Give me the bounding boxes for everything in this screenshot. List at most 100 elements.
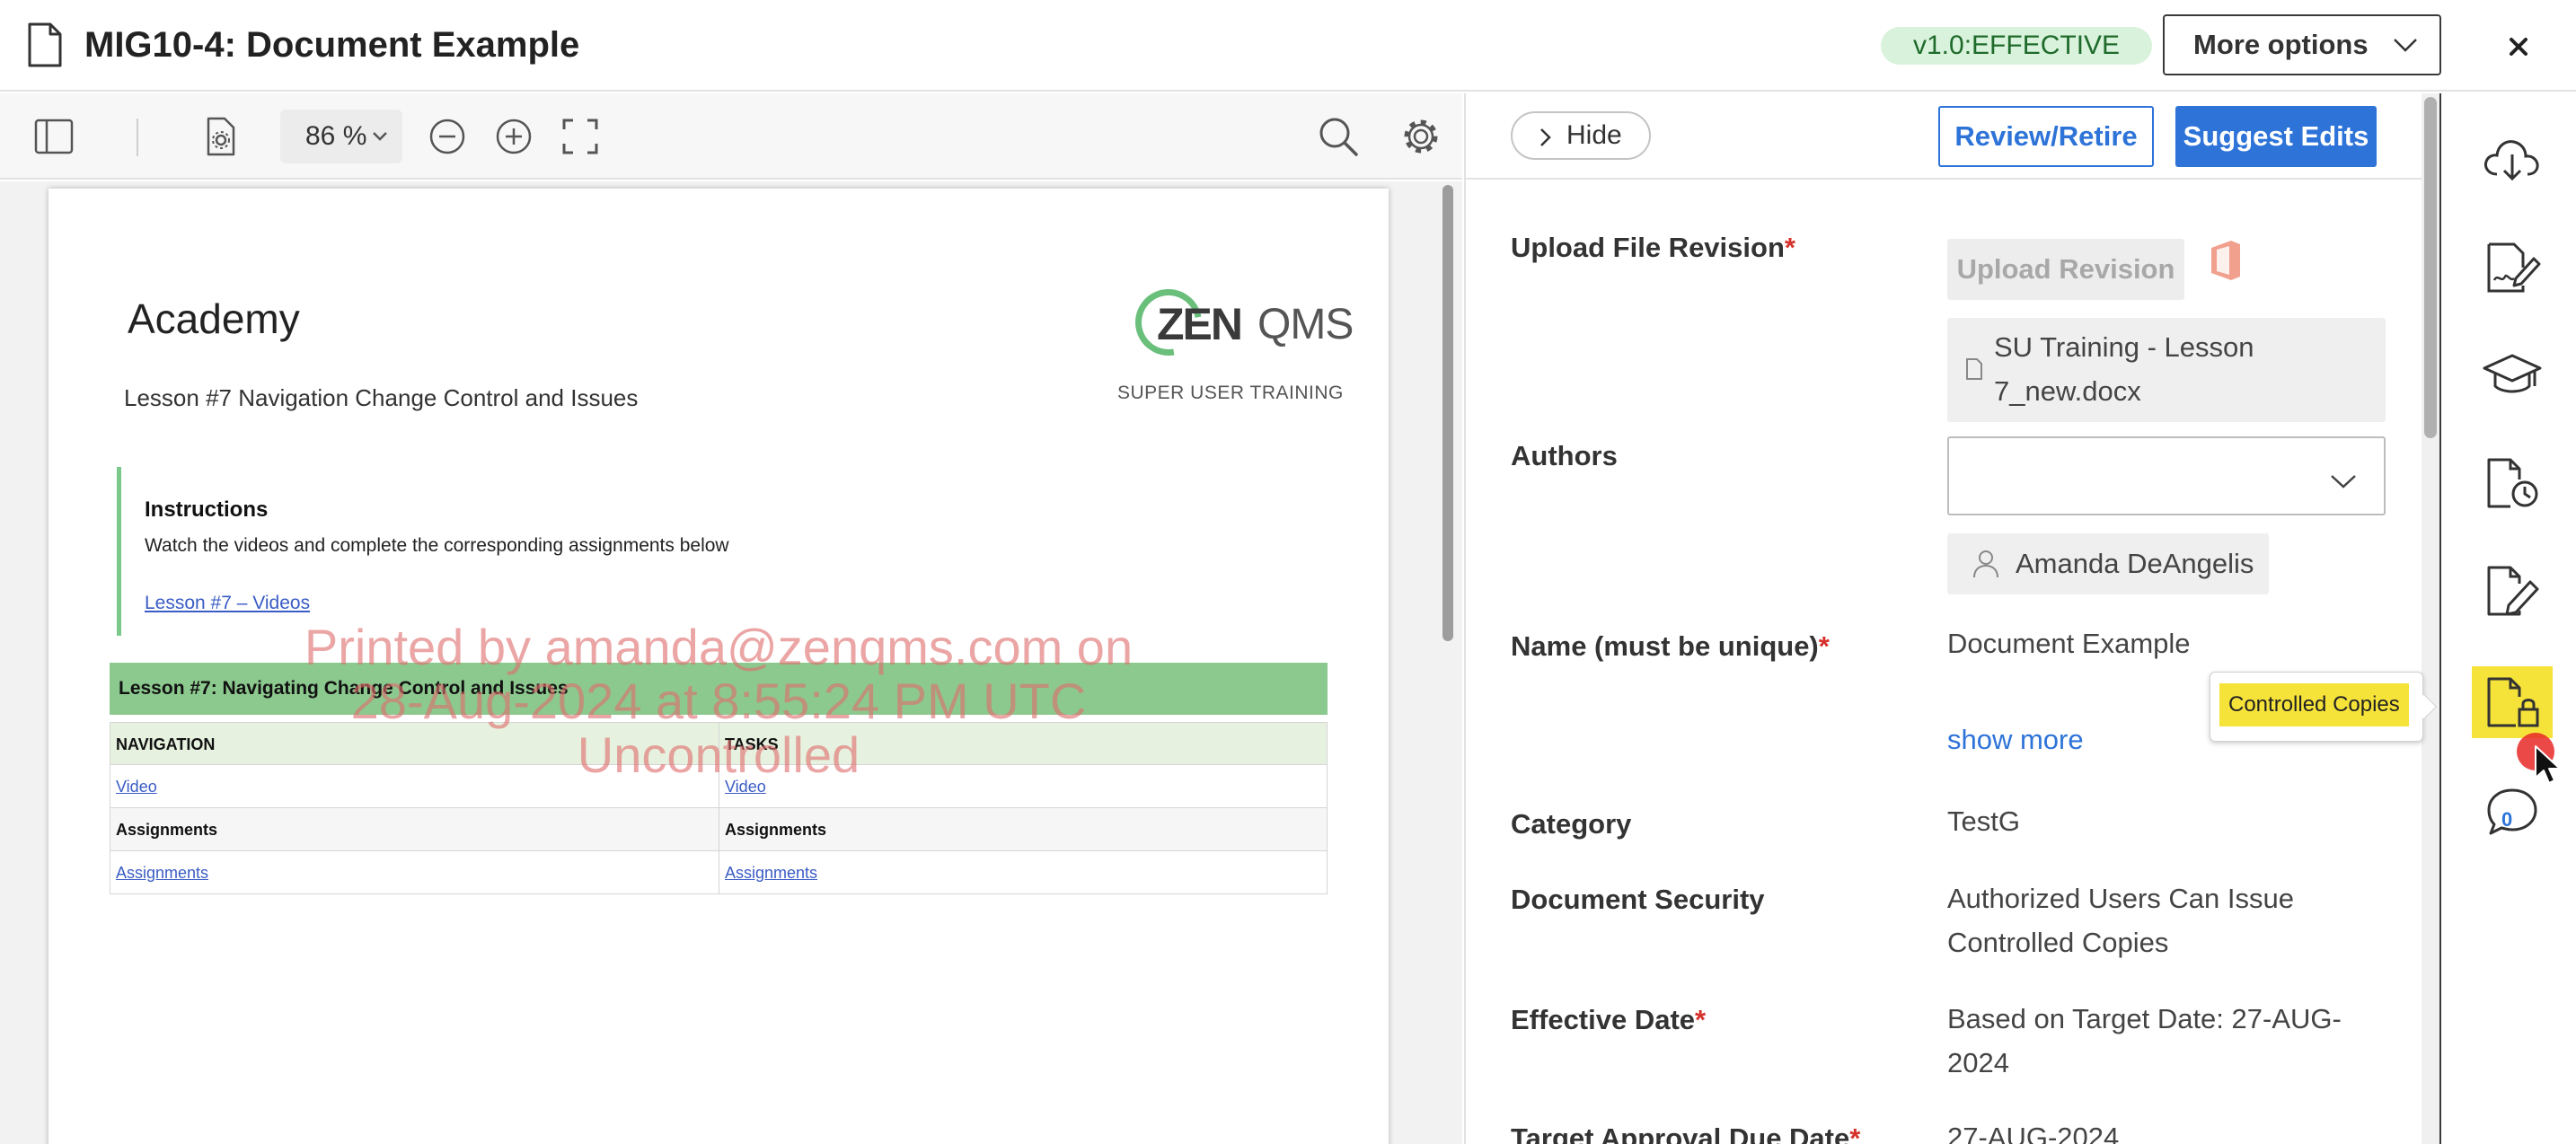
- controlled-copies-tooltip: Controlled Copies: [2210, 672, 2438, 742]
- document-lesson-title: Lesson #7 Navigation Change Control and …: [124, 384, 639, 411]
- mouse-cursor-icon: [2535, 745, 2561, 784]
- chevron-down-icon: [2331, 475, 2356, 488]
- version-status-badge: v1.0:EFFECTIVE: [1881, 27, 2153, 65]
- controlled-copies-button[interactable]: [2472, 666, 2553, 738]
- close-icon[interactable]: [2495, 23, 2542, 70]
- document-academy-title: Academy: [128, 295, 300, 342]
- training-cap-icon: [2483, 354, 2542, 393]
- document-settings-icon[interactable]: [199, 115, 243, 158]
- authors-select[interactable]: [1947, 436, 2386, 515]
- review-retire-button[interactable]: Review/Retire: [1938, 106, 2154, 167]
- document-history-button[interactable]: [2472, 447, 2553, 519]
- viewer-scrollbar-thumb[interactable]: [1442, 185, 1453, 641]
- document-security-label: Document Security: [1511, 884, 1765, 915]
- table-link-cell[interactable]: Assignments: [719, 851, 1327, 893]
- uploaded-file-chip[interactable]: SU Training - Lesson 7_new.docx: [1947, 318, 2386, 422]
- user-icon: [1973, 550, 1998, 578]
- table-cell: Assignments: [719, 808, 1327, 850]
- required-marker: *: [1695, 1004, 1707, 1035]
- viewer-toolbar: 86 %: [0, 93, 1462, 180]
- zoom-in-icon[interactable]: [492, 115, 535, 158]
- zoom-level-select[interactable]: 86 %: [280, 110, 402, 163]
- signature-icon: [2487, 242, 2541, 293]
- chevron-down-icon: [2394, 39, 2417, 52]
- effective-date-label: Effective Date*: [1511, 1004, 1706, 1036]
- fullscreen-icon[interactable]: [559, 115, 602, 158]
- category-value: TestG: [1947, 805, 2020, 837]
- zenqms-logo: ZEN QMS: [1122, 276, 1369, 369]
- document-name-value: Document Example: [1947, 628, 2191, 659]
- file-icon: [1966, 358, 1982, 380]
- edit-document-icon: [2487, 566, 2539, 616]
- toolbar-divider: [137, 119, 138, 156]
- uploaded-file-name: SU Training - Lesson 7_new.docx: [1994, 331, 2254, 407]
- authors-label: Authors: [1511, 440, 1618, 471]
- comments-button[interactable]: 0: [2472, 776, 2553, 848]
- table-cell: Assignments: [116, 821, 218, 839]
- field-label-text: Upload File Revision: [1511, 232, 1785, 263]
- viewer-scrollbar[interactable]: [1441, 181, 1455, 1144]
- gear-icon[interactable]: [1399, 115, 1442, 158]
- training-button[interactable]: [2472, 339, 2553, 411]
- document-details-panel: Hide Review/Retire Suggest Edits Upload …: [1464, 93, 2441, 1144]
- comment-count-badge: 0: [2501, 808, 2513, 831]
- zoom-out-icon[interactable]: [426, 115, 469, 158]
- panel-scrollbar-thumb[interactable]: [2424, 97, 2437, 438]
- instructions-title: Instructions: [145, 497, 269, 522]
- watermark-line: 28-Aug-2024 at 8:55:24 PM UTC: [350, 673, 1087, 729]
- logo-text-light: QMS: [1257, 301, 1354, 348]
- required-marker: *: [1849, 1122, 1861, 1144]
- download-button[interactable]: [2472, 124, 2553, 196]
- hide-panel-label: Hide: [1566, 120, 1622, 150]
- document-security-value: Authorized Users Can Issue Controlled Co…: [1947, 883, 2294, 958]
- required-marker: *: [1818, 630, 1830, 662]
- instructions-text: Watch the videos and complete the corres…: [145, 535, 729, 556]
- author-name: Amanda DeAngelis: [2016, 548, 2254, 579]
- table-link-cell[interactable]: Assignments: [110, 851, 719, 893]
- field-label-text: Name (must be unique): [1511, 630, 1819, 662]
- author-chip[interactable]: Amanda DeAngelis: [1947, 533, 2269, 594]
- table-row: Assignments Assignments: [110, 851, 1328, 894]
- table-row: Assignments Assignments: [110, 808, 1328, 851]
- document-icon: [28, 22, 62, 67]
- chevron-right-icon: [1540, 128, 1551, 146]
- effective-date-value: Based on Target Date: 27-AUG-2024: [1947, 1003, 2342, 1078]
- panel-toolbar: Hide Review/Retire Suggest Edits: [1466, 93, 2441, 180]
- controlled-copy-lock-icon: [2487, 677, 2539, 727]
- videos-link[interactable]: Lesson #7 – Videos: [145, 593, 310, 614]
- target-approval-due-date-label: Target Approval Due Date*: [1511, 1122, 1860, 1144]
- right-action-rail: 0: [2439, 93, 2576, 1144]
- category-label: Category: [1511, 808, 1632, 840]
- office-icon[interactable]: [2208, 239, 2244, 282]
- chevron-down-icon: [373, 132, 387, 141]
- show-more-link[interactable]: show more: [1947, 724, 2084, 756]
- upload-file-revision-label: Upload File Revision*: [1511, 232, 1795, 264]
- sidebar-toggle-icon[interactable]: [32, 115, 75, 158]
- edit-document-button[interactable]: [2472, 555, 2553, 627]
- signature-button[interactable]: [2472, 232, 2553, 304]
- cloud-download-icon: [2484, 140, 2539, 181]
- logo-text-bold: ZEN: [1157, 299, 1243, 349]
- instructions-block: Instructions Watch the videos and comple…: [117, 467, 925, 636]
- watermark-line: Printed by amanda@zenqms.com on: [304, 619, 1134, 675]
- target-approval-due-date-value: 27-AUG-2024: [1947, 1122, 2120, 1144]
- document-page: Academy Lesson #7 Navigation Change Cont…: [49, 189, 1389, 1144]
- hide-panel-button[interactable]: Hide: [1511, 111, 1651, 160]
- panel-scrollbar[interactable]: [2422, 93, 2439, 1144]
- page-title: MIG10-4: Document Example: [84, 25, 580, 65]
- more-options-dropdown[interactable]: More options: [2163, 14, 2441, 75]
- required-marker: *: [1784, 232, 1795, 263]
- field-label-text: Effective Date: [1511, 1004, 1696, 1035]
- zoom-level-value: 86 %: [305, 121, 367, 151]
- document-header: MIG10-4: Document Example v1.0:EFFECTIVE…: [0, 0, 2576, 92]
- upload-revision-button[interactable]: Upload Revision: [1947, 239, 2184, 300]
- document-name-label: Name (must be unique)*: [1511, 630, 1830, 663]
- field-label-text: Target Approval Due Date: [1511, 1122, 1850, 1144]
- super-user-training-label: SUPER USER TRAINING: [1117, 383, 1344, 403]
- suggest-edits-button[interactable]: Suggest Edits: [2175, 106, 2377, 167]
- search-icon[interactable]: [1317, 115, 1360, 158]
- document-history-icon: [2487, 458, 2538, 508]
- tooltip-text: Controlled Copies: [2219, 683, 2409, 726]
- document-viewer: Academy Lesson #7 Navigation Change Cont…: [0, 181, 1462, 1144]
- more-options-label: More options: [2193, 29, 2369, 60]
